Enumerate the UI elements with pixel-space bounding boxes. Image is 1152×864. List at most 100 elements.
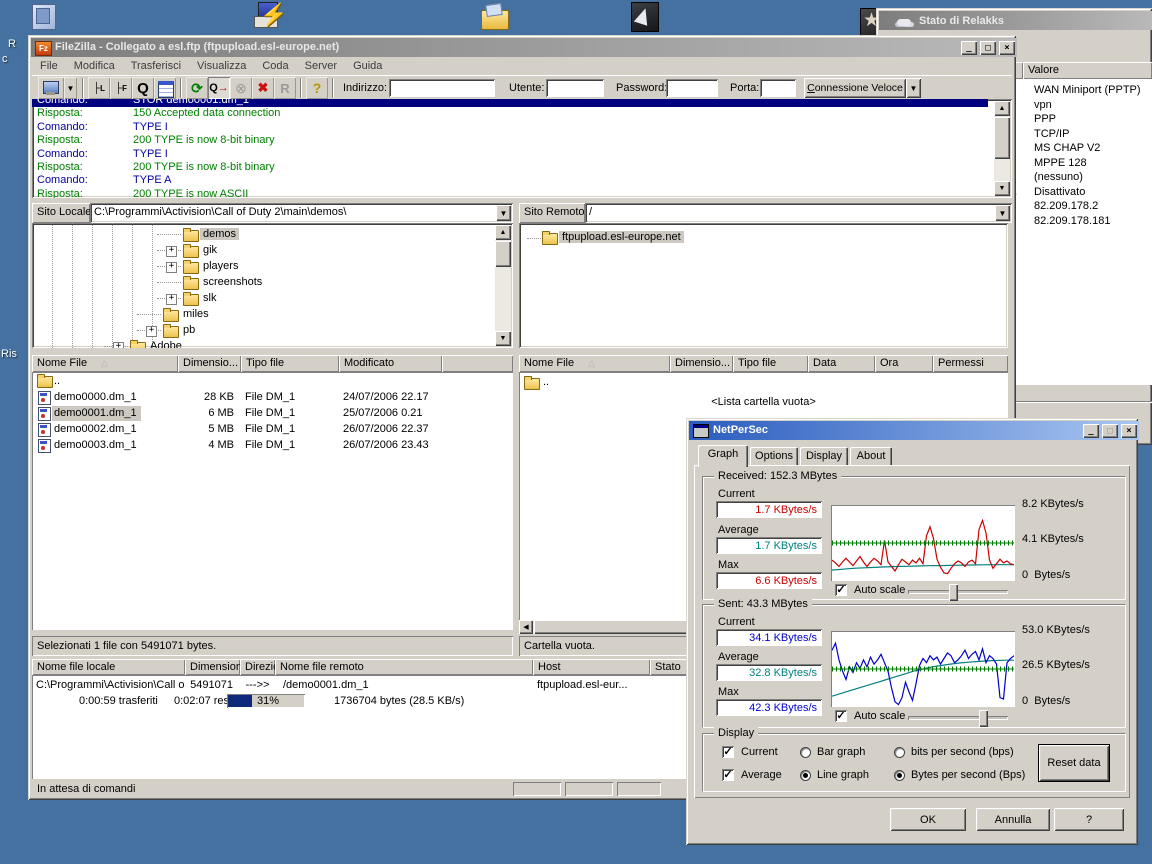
queue-col-Nome file remoto[interactable]: Nome file remoto (275, 659, 533, 675)
cancel-button[interactable]: Annulla (976, 808, 1050, 831)
queue-col-Nome file locale[interactable]: Nome file locale (32, 659, 185, 675)
close-button[interactable]: × (1121, 424, 1137, 438)
tree-item-pb[interactable]: pb (180, 324, 198, 336)
documents-folder-icon[interactable] (478, 2, 512, 34)
menu-file[interactable]: File (32, 58, 66, 74)
file-row-demo0000.dm_1[interactable]: demo0000.dm_1 (52, 390, 141, 405)
quickconnect-dropdown[interactable]: ▼ (906, 78, 921, 98)
cancel-operation-button[interactable]: ⊗ (230, 77, 252, 99)
bar-graph-radio[interactable] (800, 747, 811, 758)
tree-item-miles[interactable]: miles (180, 308, 212, 320)
reconnect-button[interactable]: R (274, 77, 296, 99)
local-col-spacer[interactable] (442, 355, 513, 372)
remote-col-Data[interactable]: Data (808, 355, 875, 372)
tree-expand-icon[interactable]: + (146, 326, 157, 337)
tree-item-players[interactable]: players (200, 260, 241, 272)
menu-server[interactable]: Server (297, 58, 345, 74)
file-row-demo0003.dm_1[interactable]: demo0003.dm_1 (52, 438, 141, 453)
dark-app-icon[interactable] (628, 0, 662, 34)
menu-modifica[interactable]: Modifica (66, 58, 123, 74)
tree-expand-icon[interactable]: + (166, 294, 177, 305)
disconnect-button[interactable]: ✖ (252, 77, 274, 99)
folder-up-icon[interactable] (524, 378, 540, 390)
reset-data-button[interactable]: Reset data (1038, 744, 1110, 782)
log-scrollbar[interactable]: ▲ ▼ (994, 101, 1010, 196)
scroll-up-button[interactable]: ▲ (495, 225, 511, 240)
queue-col-Host[interactable]: Host (533, 659, 650, 675)
toggle-local-tree-button[interactable]: ├L (88, 77, 110, 99)
port-input[interactable] (760, 79, 796, 97)
toggle-queue-button[interactable]: Q (132, 77, 154, 99)
sent-slider-thumb[interactable] (979, 710, 988, 727)
help-button[interactable]: ? (1054, 808, 1124, 831)
tree-scrollbar-thumb[interactable] (495, 241, 511, 267)
queue-local-file[interactable]: C:\Programmi\Activision\Call of Duty 2..… (36, 679, 184, 691)
file-row-demo0002.dm_1[interactable]: demo0002.dm_1 (52, 422, 141, 437)
remote-col-Nome File[interactable]: Nome File△ (519, 355, 670, 372)
line-graph-radio[interactable] (800, 770, 811, 781)
file-row-up[interactable]: .. (52, 374, 64, 389)
scroll-up-button[interactable]: ▲ (994, 101, 1010, 116)
tree-item-slk[interactable]: slk (200, 292, 219, 304)
tree-item-remote-root[interactable]: ftpupload.esl-europe.net (559, 231, 684, 243)
tab-about[interactable]: About (850, 447, 892, 466)
remote-col-Ora[interactable]: Ora (875, 355, 933, 372)
received-scale-slider[interactable] (908, 590, 1008, 594)
combo-dropdown-icon[interactable]: ▼ (496, 205, 511, 221)
tree-expand-icon[interactable]: + (166, 246, 177, 257)
local-tree-scrollbar[interactable]: ▲ ▼ (495, 225, 511, 346)
sent-scale-slider[interactable] (908, 716, 1008, 720)
remote-col-Dimensio...[interactable]: Dimensio... (670, 355, 733, 372)
file-row-demo0001.dm_1[interactable]: demo0001.dm_1 (52, 406, 141, 421)
tab-graph[interactable]: Graph (698, 445, 748, 467)
bps-radio[interactable] (894, 747, 905, 758)
help-button[interactable]: ? (306, 77, 328, 99)
menu-visualizza[interactable]: Visualizza (189, 58, 254, 74)
address-input[interactable] (389, 79, 495, 97)
close-button[interactable]: × (999, 41, 1015, 55)
tree-item-demos[interactable]: demos (200, 228, 239, 240)
menu-coda[interactable]: Coda (254, 58, 296, 74)
minimize-button[interactable]: _ (1083, 424, 1099, 438)
local-col-Dimensio...[interactable]: Dimensio... (178, 355, 241, 372)
folder-up-icon[interactable] (37, 376, 53, 388)
tree-expand-icon[interactable]: + (113, 342, 124, 348)
queue-col-Dimensione[interactable]: Dimensione (185, 659, 240, 675)
ok-button[interactable]: OK (890, 808, 966, 831)
user-input[interactable] (546, 79, 604, 97)
menu-trasferisci[interactable]: Trasferisci (123, 58, 189, 74)
remote-col-Tipo file[interactable]: Tipo file (733, 355, 808, 372)
site-manager-dropdown[interactable]: ▼ (64, 77, 77, 99)
queue-col-Direzione[interactable]: Direzione (240, 659, 275, 675)
password-input[interactable] (666, 79, 718, 97)
tab-display[interactable]: Display (800, 447, 848, 466)
quickconnect-button[interactable]: Connessione Veloce (804, 78, 906, 98)
process-queue-button[interactable]: Q→ (208, 77, 230, 99)
toggle-remote-tree-button[interactable]: ├F (110, 77, 132, 99)
my-computer-icon[interactable] (28, 2, 62, 34)
remote-up-row[interactable]: .. (543, 376, 549, 388)
remote-path-combobox[interactable]: / ▼ (585, 203, 1012, 223)
tree-expand-icon[interactable]: + (166, 262, 177, 273)
hscrollbar-thumb[interactable] (534, 620, 704, 634)
maximize-button[interactable]: □ (980, 41, 996, 55)
scroll-left-button[interactable]: ◀ (519, 620, 533, 634)
local-path-combobox[interactable]: C:\Programmi\Activision\Call of Duty 2\m… (90, 203, 513, 223)
filezilla-desktop-icon[interactable]: ⚡ (252, 0, 286, 34)
Bps-radio[interactable] (894, 770, 905, 781)
received-autoscale-checkbox[interactable]: ✓ (835, 584, 847, 596)
relakks-column-valore[interactable]: Valore (1023, 62, 1152, 79)
refresh-button[interactable]: ⟳ (186, 77, 208, 99)
sent-autoscale-checkbox[interactable]: ✓ (835, 710, 847, 722)
tab-options[interactable]: Options (750, 447, 798, 466)
maximize-button[interactable]: □ (1102, 424, 1118, 438)
log-scrollbar-thumb[interactable] (994, 117, 1010, 159)
combo-dropdown-icon[interactable]: ▼ (995, 205, 1010, 221)
local-col-Modificato[interactable]: Modificato (339, 355, 442, 372)
scroll-down-button[interactable]: ▼ (994, 181, 1010, 196)
local-col-Nome File[interactable]: Nome File△ (32, 355, 178, 372)
display-current-checkbox[interactable]: ✓ (722, 746, 734, 758)
site-manager-button[interactable] (38, 77, 64, 99)
tree-item-screenshots[interactable]: screenshots (200, 276, 265, 288)
scroll-down-button[interactable]: ▼ (495, 331, 511, 346)
